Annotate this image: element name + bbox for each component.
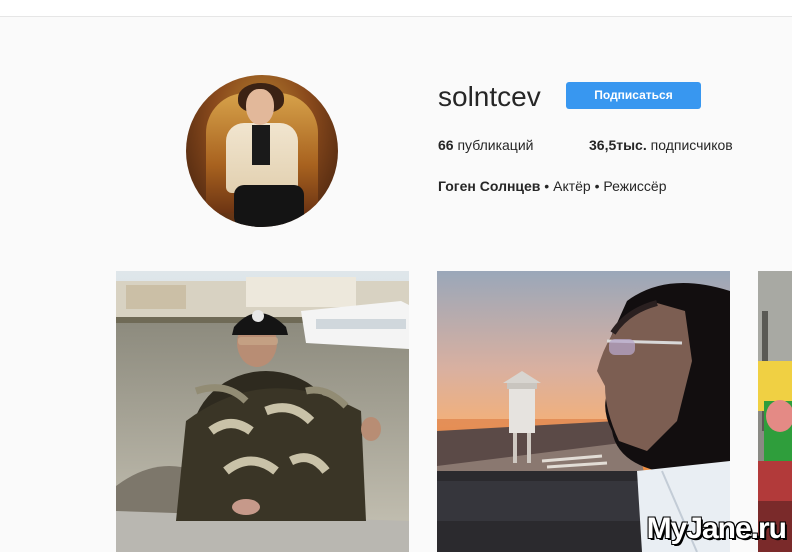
post-sunset-profile[interactable] [437,271,730,552]
post-partial-image [758,271,792,552]
post-partial[interactable] [758,271,792,552]
posts-stat: 66 публикаций [438,136,533,154]
profile-bio-text: • Актёр • Режиссёр [540,178,667,194]
posts-count: 66 [438,137,454,153]
avatar-face [246,89,274,125]
post-harbor-camo[interactable] [116,271,409,552]
followers-stat[interactable]: 36,5тыс. подписчиков [589,136,733,154]
profile-avatar[interactable] [186,75,338,227]
avatar-legs [234,185,304,227]
follow-button[interactable]: Подписаться [566,82,701,109]
profile-username: solntcev [438,81,541,112]
profile-full-name: Гоген Солнцев [438,178,541,194]
profile-bio: Гоген Солнцев • Актёр • Режиссёр [438,177,667,195]
avatar-shirt [252,125,270,165]
followers-label: подписчиков [650,137,733,153]
followers-count: 36,5тыс. [589,137,647,153]
watermark-logo: MyJane.ru [646,512,787,545]
post-sunset-profile-image [437,271,730,552]
top-bar [0,0,792,17]
posts-label: публикаций [457,137,534,153]
post-harbor-camo-image [116,271,409,552]
